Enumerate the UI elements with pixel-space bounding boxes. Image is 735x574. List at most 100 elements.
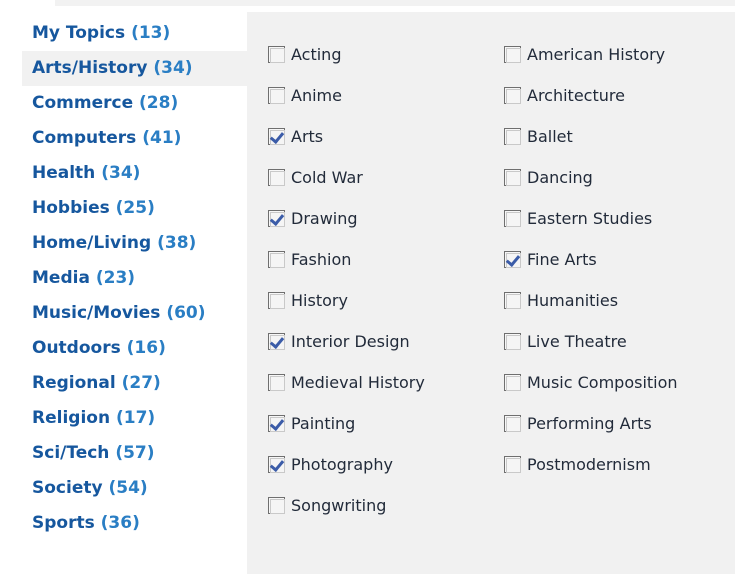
- topic-label: Cold War: [291, 168, 363, 187]
- topic-row-dancing[interactable]: Dancing: [504, 157, 734, 198]
- topic-row-ballet[interactable]: Ballet: [504, 116, 734, 157]
- checkbox-unchecked-icon[interactable]: [268, 87, 285, 104]
- topic-label: History: [291, 291, 348, 310]
- topic-row-eastern-studies[interactable]: Eastern Studies: [504, 198, 734, 239]
- topic-label: Humanities: [527, 291, 619, 310]
- topic-row-fashion[interactable]: Fashion: [268, 239, 498, 280]
- category-sidebar: My Topics (13) Arts/History (34) Commerce …: [22, 16, 247, 574]
- topic-row-history[interactable]: History: [268, 280, 498, 321]
- checkbox-unchecked-icon[interactable]: [504, 46, 521, 63]
- sidebar-item-media[interactable]: Media (23): [22, 261, 247, 296]
- sidebar-item-label: Society: [32, 478, 103, 498]
- sidebar-item-hobbies[interactable]: Hobbies (25): [22, 191, 247, 226]
- checkbox-checked-icon[interactable]: [268, 128, 285, 145]
- topic-row-arts[interactable]: Arts: [268, 116, 498, 157]
- sidebar-item-arts-history[interactable]: Arts/History (34): [22, 51, 247, 86]
- sidebar-item-my-topics[interactable]: My Topics (13): [22, 16, 247, 51]
- topic-row-drawing[interactable]: Drawing: [268, 198, 498, 239]
- checkbox-unchecked-icon[interactable]: [504, 128, 521, 145]
- checkbox-checked-icon[interactable]: [268, 333, 285, 350]
- sidebar-item-outdoors[interactable]: Outdoors (16): [22, 331, 247, 366]
- checkbox-checked-icon[interactable]: [504, 251, 521, 268]
- sidebar-item-count: (38): [157, 233, 197, 253]
- checkbox-checked-icon[interactable]: [268, 210, 285, 227]
- sidebar-item-label: Media: [32, 268, 90, 288]
- sidebar-item-label: Sci/Tech: [32, 443, 110, 463]
- checkbox-unchecked-icon[interactable]: [268, 251, 285, 268]
- topic-row-acting[interactable]: Acting: [268, 34, 498, 75]
- sidebar-item-computers[interactable]: Computers (41): [22, 121, 247, 156]
- topic-label: Drawing: [291, 209, 358, 228]
- sidebar-item-label: Regional: [32, 373, 116, 393]
- sidebar-item-music-movies[interactable]: Music/Movies (60): [22, 296, 247, 331]
- top-strip: [55, 0, 735, 6]
- topics-column-left: Acting Anime Arts Cold War Drawing Fashion His…: [268, 34, 498, 526]
- topic-row-painting[interactable]: Painting: [268, 403, 498, 444]
- topic-label: Photography: [291, 455, 393, 474]
- topic-label: Anime: [291, 86, 342, 105]
- topic-label: Ballet: [527, 127, 573, 146]
- topic-row-humanities[interactable]: Humanities: [504, 280, 734, 321]
- topic-label: Songwriting: [291, 496, 387, 515]
- topic-row-medieval-history[interactable]: Medieval History: [268, 362, 498, 403]
- sidebar-item-count: (60): [166, 303, 206, 323]
- topic-row-anime[interactable]: Anime: [268, 75, 498, 116]
- sidebar-item-count: (54): [108, 478, 148, 498]
- topic-row-architecture[interactable]: Architecture: [504, 75, 734, 116]
- checkbox-unchecked-icon[interactable]: [504, 292, 521, 309]
- sidebar-item-sports[interactable]: Sports (36): [22, 506, 247, 541]
- checkbox-checked-icon[interactable]: [268, 456, 285, 473]
- topic-label: Eastern Studies: [527, 209, 653, 228]
- topic-row-music-composition[interactable]: Music Composition: [504, 362, 734, 403]
- sidebar-item-label: Health: [32, 163, 96, 183]
- sidebar-item-religion[interactable]: Religion (17): [22, 401, 247, 436]
- topic-row-fine-arts[interactable]: Fine Arts: [504, 239, 734, 280]
- checkbox-unchecked-icon[interactable]: [504, 415, 521, 432]
- sidebar-item-commerce[interactable]: Commerce (28): [22, 86, 247, 121]
- checkbox-unchecked-icon[interactable]: [268, 497, 285, 514]
- checkbox-unchecked-icon[interactable]: [268, 292, 285, 309]
- topic-row-interior-design[interactable]: Interior Design: [268, 321, 498, 362]
- sidebar-item-label: Commerce: [32, 93, 134, 113]
- sidebar-item-label: Religion: [32, 408, 111, 428]
- checkbox-unchecked-icon[interactable]: [504, 374, 521, 391]
- checkbox-unchecked-icon[interactable]: [504, 333, 521, 350]
- topic-row-american-history[interactable]: American History: [504, 34, 734, 75]
- sidebar-item-sci-tech[interactable]: Sci/Tech (57): [22, 436, 247, 471]
- topic-label: Fine Arts: [527, 250, 597, 269]
- checkbox-unchecked-icon[interactable]: [268, 169, 285, 186]
- topic-row-live-theatre[interactable]: Live Theatre: [504, 321, 734, 362]
- sidebar-item-count: (16): [126, 338, 166, 358]
- sidebar-item-health[interactable]: Health (34): [22, 156, 247, 191]
- checkbox-unchecked-icon[interactable]: [504, 456, 521, 473]
- checkbox-unchecked-icon[interactable]: [504, 169, 521, 186]
- sidebar-item-label: Hobbies: [32, 198, 110, 218]
- sidebar-item-regional[interactable]: Regional (27): [22, 366, 247, 401]
- sidebar-item-home-living[interactable]: Home/Living (38): [22, 226, 247, 261]
- sidebar-item-society[interactable]: Society (54): [22, 471, 247, 506]
- topic-row-photography[interactable]: Photography: [268, 444, 498, 485]
- sidebar-item-count: (28): [139, 93, 179, 113]
- sidebar-item-count: (34): [101, 163, 141, 183]
- sidebar-item-count: (27): [121, 373, 161, 393]
- topic-row-postmodernism[interactable]: Postmodernism: [504, 444, 734, 485]
- topic-label: Medieval History: [291, 373, 425, 392]
- topic-label: Painting: [291, 414, 356, 433]
- checkbox-unchecked-icon[interactable]: [504, 87, 521, 104]
- checkbox-unchecked-icon[interactable]: [268, 46, 285, 63]
- topic-label: Postmodernism: [527, 455, 651, 474]
- topic-row-songwriting[interactable]: Songwriting: [268, 485, 498, 526]
- topic-label: Interior Design: [291, 332, 410, 351]
- sidebar-item-count: (57): [115, 443, 155, 463]
- topic-row-performing-arts[interactable]: Performing Arts: [504, 403, 734, 444]
- sidebar-item-label: Arts/History: [32, 58, 148, 78]
- topic-row-cold-war[interactable]: Cold War: [268, 157, 498, 198]
- topic-label: Fashion: [291, 250, 352, 269]
- checkbox-checked-icon[interactable]: [268, 415, 285, 432]
- sidebar-item-label: Sports: [32, 513, 95, 533]
- topics-panel: Acting Anime Arts Cold War Drawing Fashion His…: [247, 12, 735, 574]
- checkbox-unchecked-icon[interactable]: [504, 210, 521, 227]
- topic-label: Music Composition: [527, 373, 678, 392]
- topic-label: Arts: [291, 127, 324, 146]
- checkbox-unchecked-icon[interactable]: [268, 374, 285, 391]
